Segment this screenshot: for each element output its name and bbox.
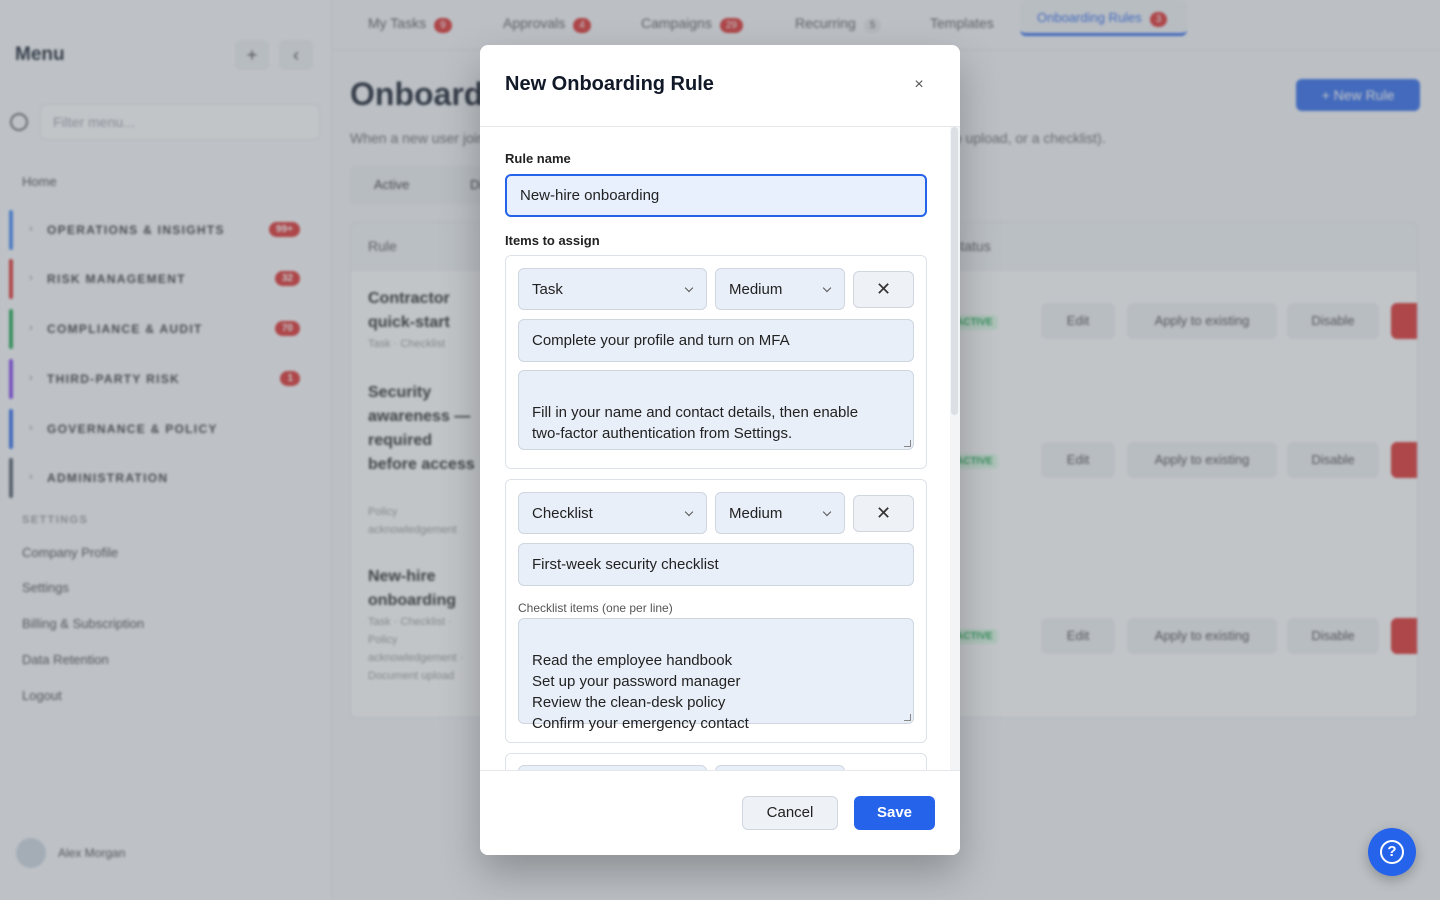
help-button[interactable]: ? (1368, 828, 1416, 876)
textarea-value: Read the employee handbook Set up your p… (532, 652, 749, 732)
select-value: Checklist (532, 504, 593, 522)
modal-title: New Onboarding Rule (505, 73, 714, 95)
rule-name-input[interactable]: New-hire onboarding (505, 174, 927, 217)
cancel-button[interactable]: Cancel (742, 796, 838, 830)
close-icon[interactable]: × (910, 75, 928, 95)
modal-header: New Onboarding Rule × (480, 45, 960, 127)
checklist-items-label: Checklist items (one per line) (518, 601, 673, 615)
item-title-input[interactable]: First-week security checklist (518, 543, 914, 586)
remove-item-icon[interactable]: ✕ (853, 495, 914, 532)
rule-name-label: Rule name (505, 151, 571, 166)
item-priority-select[interactable]: Medium (715, 492, 845, 534)
chevron-down-icon (822, 283, 832, 293)
item-description-textarea[interactable]: Fill in your name and contact details, t… (518, 370, 914, 450)
remove-item-icon[interactable]: ✕ (853, 271, 914, 308)
textarea-value: Fill in your name and contact details, t… (532, 404, 859, 442)
chevron-down-icon (822, 507, 832, 517)
save-button[interactable]: Save (854, 796, 935, 830)
item-type-select[interactable]: Checklist (518, 492, 707, 534)
item-type-select[interactable]: Task (518, 268, 707, 310)
item-title-input[interactable]: Complete your profile and turn on MFA (518, 319, 914, 362)
new-rule-modal: New Onboarding Rule × Rule name New-hire… (480, 45, 960, 855)
help-icon: ? (1380, 840, 1404, 864)
select-value: Medium (729, 504, 783, 522)
modal-footer: Cancel Save (480, 770, 960, 855)
select-value: Medium (729, 280, 783, 298)
modal-body: Rule name New-hire onboarding Items to a… (480, 127, 950, 770)
resize-grip-icon[interactable] (904, 440, 911, 447)
resize-grip-icon[interactable] (904, 714, 911, 721)
scrollbar-thumb[interactable] (951, 127, 958, 415)
items-label: Items to assign (505, 233, 600, 248)
checklist-items-textarea[interactable]: Read the employee handbook Set up your p… (518, 618, 914, 732)
chevron-down-icon (684, 507, 694, 517)
item-priority-select[interactable]: Medium (715, 268, 845, 310)
select-value: Task (532, 280, 563, 298)
chevron-down-icon (684, 283, 694, 293)
